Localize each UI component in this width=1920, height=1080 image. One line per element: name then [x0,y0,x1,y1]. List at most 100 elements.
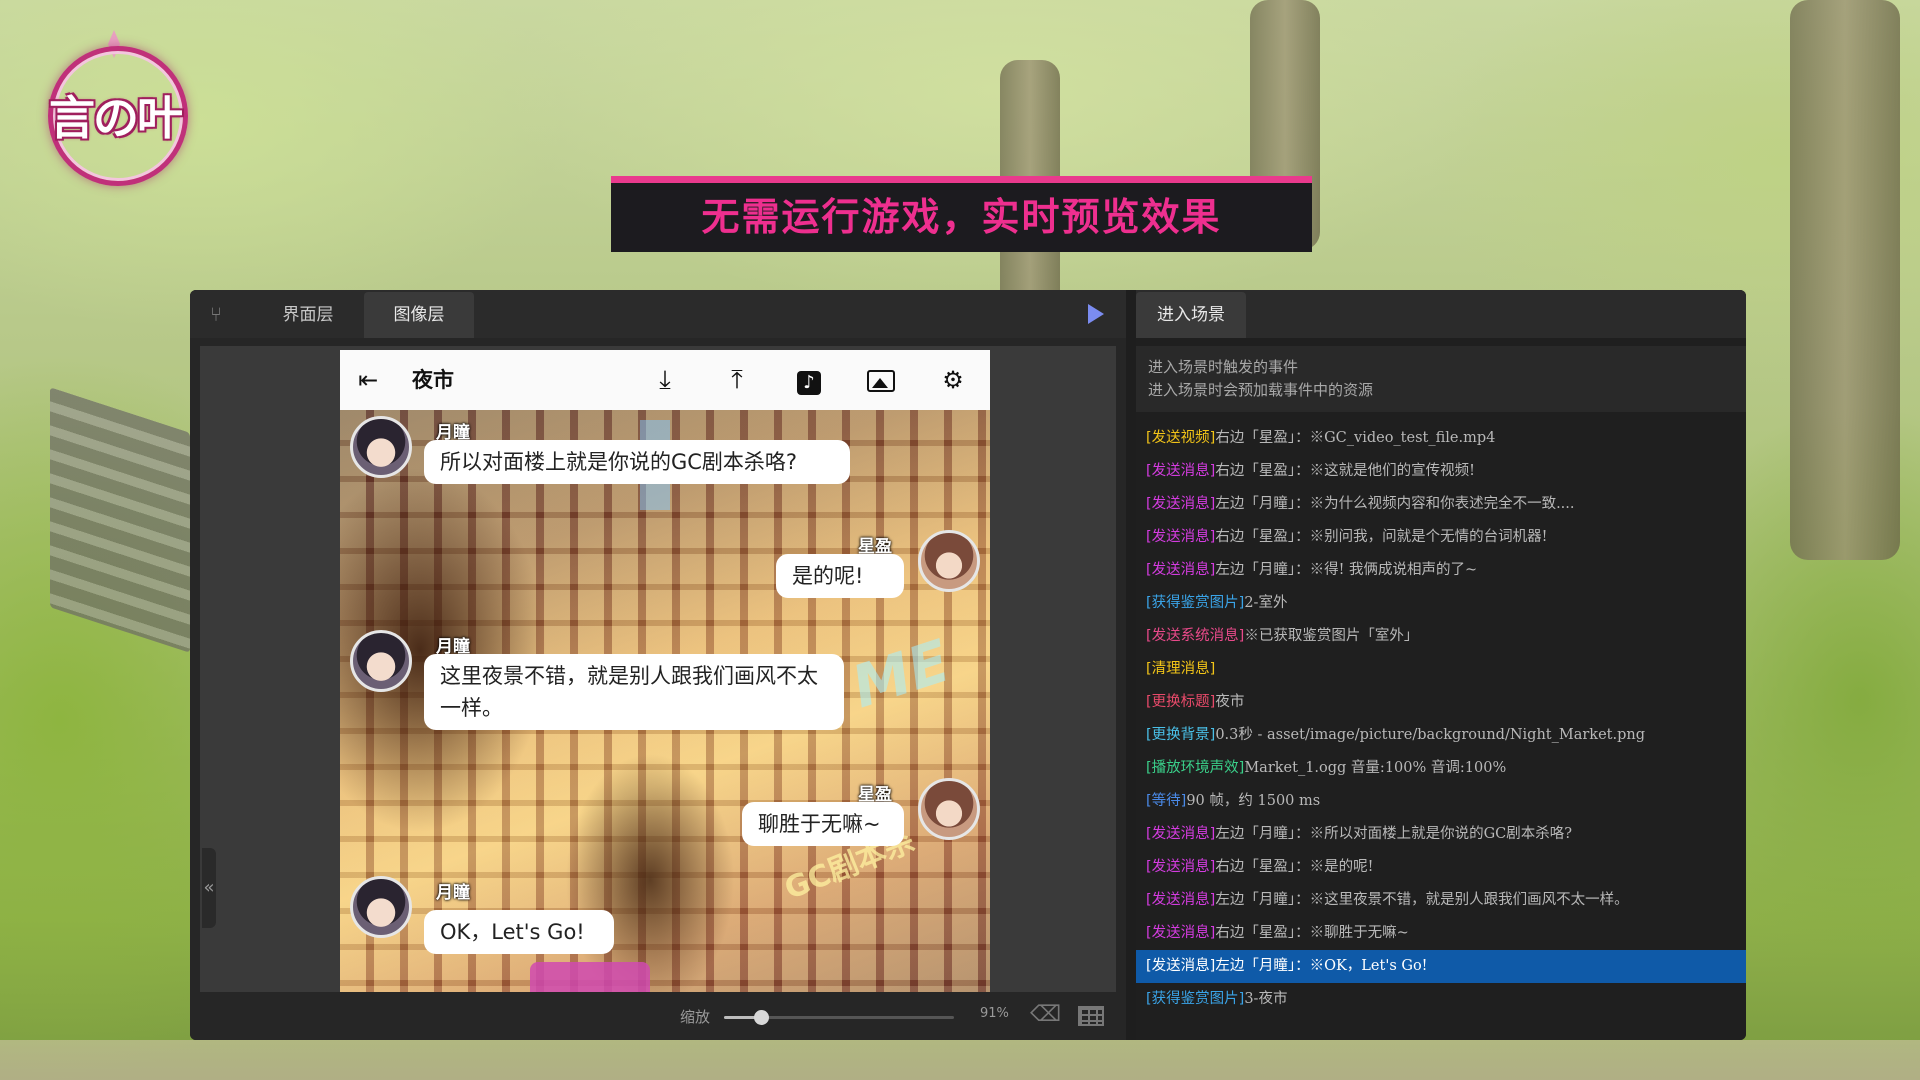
tab-image-layer[interactable]: 图像层 [364,292,474,338]
download-icon[interactable]: ⤓ [648,364,682,396]
layer-tabbar: ⑂ 界面层 图像层 [190,290,1126,338]
zoom-slider[interactable] [724,1010,954,1025]
music-icon[interactable]: ♪ [792,364,826,396]
event-text: 右边「星盈」：※别问我，问就是个无情的台词机器! [1215,529,1548,545]
event-row[interactable]: [等待]90 帧，约 1500 ms [1136,785,1746,818]
event-row[interactable]: [发送消息]左边「月瞳」：※为什么视频内容和你表述完全不一致.... [1136,488,1746,521]
preview-panel: ⑂ 界面层 图像层 « ⇤ 夜市 ⤓ ⤒ ♪ ⚙ ME GC剧本杀 月瞳 所以对… [190,290,1126,1040]
event-type-tag: [发送消息] [1146,496,1216,512]
event-type-tag: [发送视频] [1146,430,1216,446]
avatar-yuetong [350,630,412,692]
play-icon[interactable] [1088,304,1104,324]
event-row[interactable]: [发送消息]左边「月瞳」：※所以对面楼上就是你说的GC剧本杀咯? [1136,818,1746,851]
event-text: 左边「月瞳」：※OK，Let's Go! [1215,958,1428,974]
event-row[interactable]: [清理消息] [1136,653,1746,686]
zoom-value: 91% [980,1006,1009,1021]
event-type-tag: [发送消息] [1146,925,1216,941]
event-row[interactable]: [发送消息]右边「星盈」：※聊胜于无嘛~ [1136,917,1746,950]
event-text: 2-室外 [1244,595,1288,611]
image-icon[interactable] [864,364,898,396]
grid-icon[interactable] [1078,1006,1104,1026]
event-panel: 进入场景 进入场景时触发的事件 进入场景时会预加载事件中的资源 [发送视频]右边… [1136,290,1746,1040]
info-line: 进入场景时会预加载事件中的资源 [1148,381,1374,399]
event-type-tag: [发送消息] [1146,826,1216,842]
event-type-tag: [发送消息] [1146,859,1216,875]
tab-ui-layer[interactable]: 界面层 [258,292,358,338]
tab-enter-scene[interactable]: 进入场景 [1136,292,1246,338]
event-row[interactable]: [发送消息]右边「星盈」：※是的呢! [1136,851,1746,884]
speaker-name: 月瞳 [436,883,470,903]
editor-window: ⑂ 界面层 图像层 « ⇤ 夜市 ⤓ ⤒ ♪ ⚙ ME GC剧本杀 月瞳 所以对… [190,290,1746,1040]
avatar-yuetong [350,876,412,938]
event-row[interactable]: [发送消息]左边「月瞳」：※得! 我俩成说相声的了~ [1136,554,1746,587]
message-bubble[interactable]: 这里夜景不错，就是别人跟我们画风不太一样。 [424,654,844,730]
pin-icon[interactable]: ⑂ [204,302,228,326]
event-type-tag: [更换标题] [1146,694,1216,710]
event-type-tag: [播放环境声效] [1146,760,1245,776]
event-type-tag: [发送系统消息] [1146,628,1245,644]
event-row[interactable]: [发送消息]左边「月瞳」：※这里夜景不错，就是别人跟我们画风不太一样。 [1136,884,1746,917]
event-type-tag: [清理消息] [1146,661,1216,677]
event-type-tag: [发送消息] [1146,562,1216,578]
scene-title: 夜市 [412,368,454,392]
headline-text: 无需运行游戏，实时预览效果 [701,194,1222,239]
event-row[interactable]: [发送消息]右边「星盈」：※这就是他们的宣传视频! [1136,455,1746,488]
event-type-tag: [获得鉴赏图片] [1146,595,1245,611]
event-text: 0.3秒 - asset/image/picture/background/Ni… [1215,727,1645,743]
event-type-tag: [发送消息] [1146,958,1216,974]
phone-preview: ⇤ 夜市 ⤓ ⤒ ♪ ⚙ ME GC剧本杀 月瞳 所以对面楼上就是你说的GC剧本… [340,350,990,992]
event-row[interactable]: [更换背景]0.3秒 - asset/image/picture/backgro… [1136,719,1746,752]
message-bubble[interactable]: 是的呢! [776,554,904,598]
avatar-xingying [918,778,980,840]
event-text: ※已获取鉴赏图片「室外」 [1244,628,1419,644]
message-bubble[interactable]: 聊胜于无嘛~ [742,802,904,846]
event-text: 3-夜市 [1244,991,1288,1007]
event-type-tag: [发送消息] [1146,892,1216,908]
shop-awning [530,962,650,992]
avatar-yuetong [350,416,412,478]
phone-header: ⇤ 夜市 ⤓ ⤒ ♪ ⚙ [340,350,990,410]
info-line: 进入场景时触发的事件 [1148,358,1299,376]
message-bubble[interactable]: 所以对面楼上就是你说的GC剧本杀咯? [424,440,850,484]
eraser-icon[interactable]: ⌫ [1030,1004,1061,1026]
app-logo: 言の叶 [30,30,200,190]
zoom-slider-knob[interactable] [753,1010,769,1025]
event-text: 左边「月瞳」：※为什么视频内容和你表述完全不一致.... [1215,496,1575,512]
event-row[interactable]: [发送系统消息]※已获取鉴赏图片「室外」 [1136,620,1746,653]
event-text: 左边「月瞳」：※所以对面楼上就是你说的GC剧本杀咯? [1215,826,1573,842]
event-type-tag: [发送消息] [1146,463,1216,479]
event-list: [发送视频]右边「星盈」：※GC_video_test_file.mp4 [发送消… [1136,422,1746,1016]
park-path [0,1040,1920,1080]
event-text: Market_1.ogg 音量:100% 音调:100% [1244,760,1507,776]
upload-icon[interactable]: ⤒ [720,364,754,396]
collapse-left-icon[interactable]: « [202,848,216,928]
event-text: 右边「星盈」：※聊胜于无嘛~ [1215,925,1409,941]
event-type-tag: [获得鉴赏图片] [1146,991,1245,1007]
event-type-tag: [发送消息] [1146,529,1216,545]
event-text: 夜市 [1215,694,1245,710]
event-row[interactable]: [播放环境声效]Market_1.ogg 音量:100% 音调:100% [1136,752,1746,785]
avatar-xingying [918,530,980,592]
event-row[interactable]: [更换标题]夜市 [1136,686,1746,719]
exit-icon[interactable]: ⇤ [358,366,390,394]
preview-canvas: « ⇤ 夜市 ⤓ ⤒ ♪ ⚙ ME GC剧本杀 月瞳 所以对面楼上就是你说的GC… [200,346,1116,992]
event-type-tag: [等待] [1146,793,1187,809]
event-text: 右边「星盈」：※是的呢! [1215,859,1374,875]
event-tabbar: 进入场景 [1136,290,1746,338]
event-text: 90 帧，约 1500 ms [1186,793,1321,809]
event-row[interactable]: [获得鉴赏图片]3-夜市 [1136,983,1746,1016]
zoom-bar: 缩放 91% ⌫ [190,992,1126,1040]
park-bench [50,387,190,653]
event-type-tag: [更换背景] [1146,727,1216,743]
gear-icon[interactable]: ⚙ [936,364,970,396]
tree-trunk [1790,0,1900,560]
headline-banner: 无需运行游戏，实时预览效果 [611,176,1312,252]
event-row[interactable]: [获得鉴赏图片]2-室外 [1136,587,1746,620]
event-row[interactable]: [发送消息]右边「星盈」：※别问我，问就是个无情的台词机器! [1136,521,1746,554]
message-bubble[interactable]: OK，Let's Go! [424,910,614,954]
event-text: 左边「月瞳」：※这里夜景不错，就是别人跟我们画风不太一样。 [1215,892,1629,908]
event-row[interactable]: [发送消息]左边「月瞳」：※OK，Let's Go! [1136,950,1746,983]
event-row[interactable]: [发送视频]右边「星盈」：※GC_video_test_file.mp4 [1136,422,1746,455]
event-text: 左边「月瞳」：※得! 我俩成说相声的了~ [1215,562,1478,578]
event-info: 进入场景时触发的事件 进入场景时会预加载事件中的资源 [1136,346,1746,412]
